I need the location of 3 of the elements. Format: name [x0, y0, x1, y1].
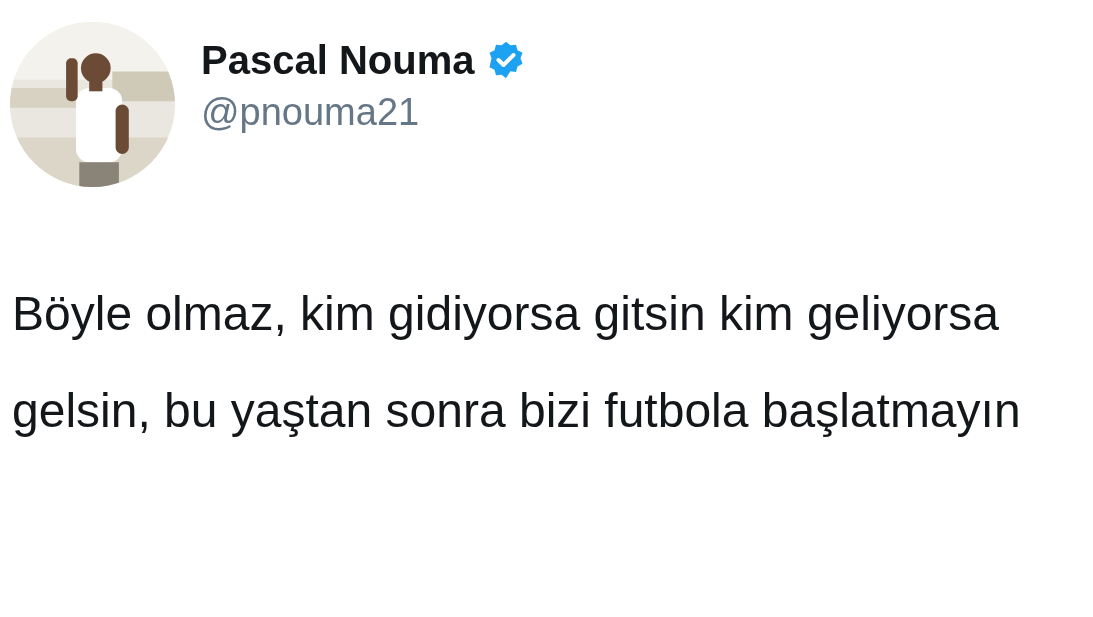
author-handle[interactable]: @pnouma21	[201, 90, 527, 134]
author-name[interactable]: Pascal Nouma	[201, 37, 475, 83]
tweet-text: Böyle olmaz, kim gidiyorsa gitsin kim geliyorsa gelsin, bu yaştan sonra bizi futbola başlatmayın	[12, 286, 1022, 439]
